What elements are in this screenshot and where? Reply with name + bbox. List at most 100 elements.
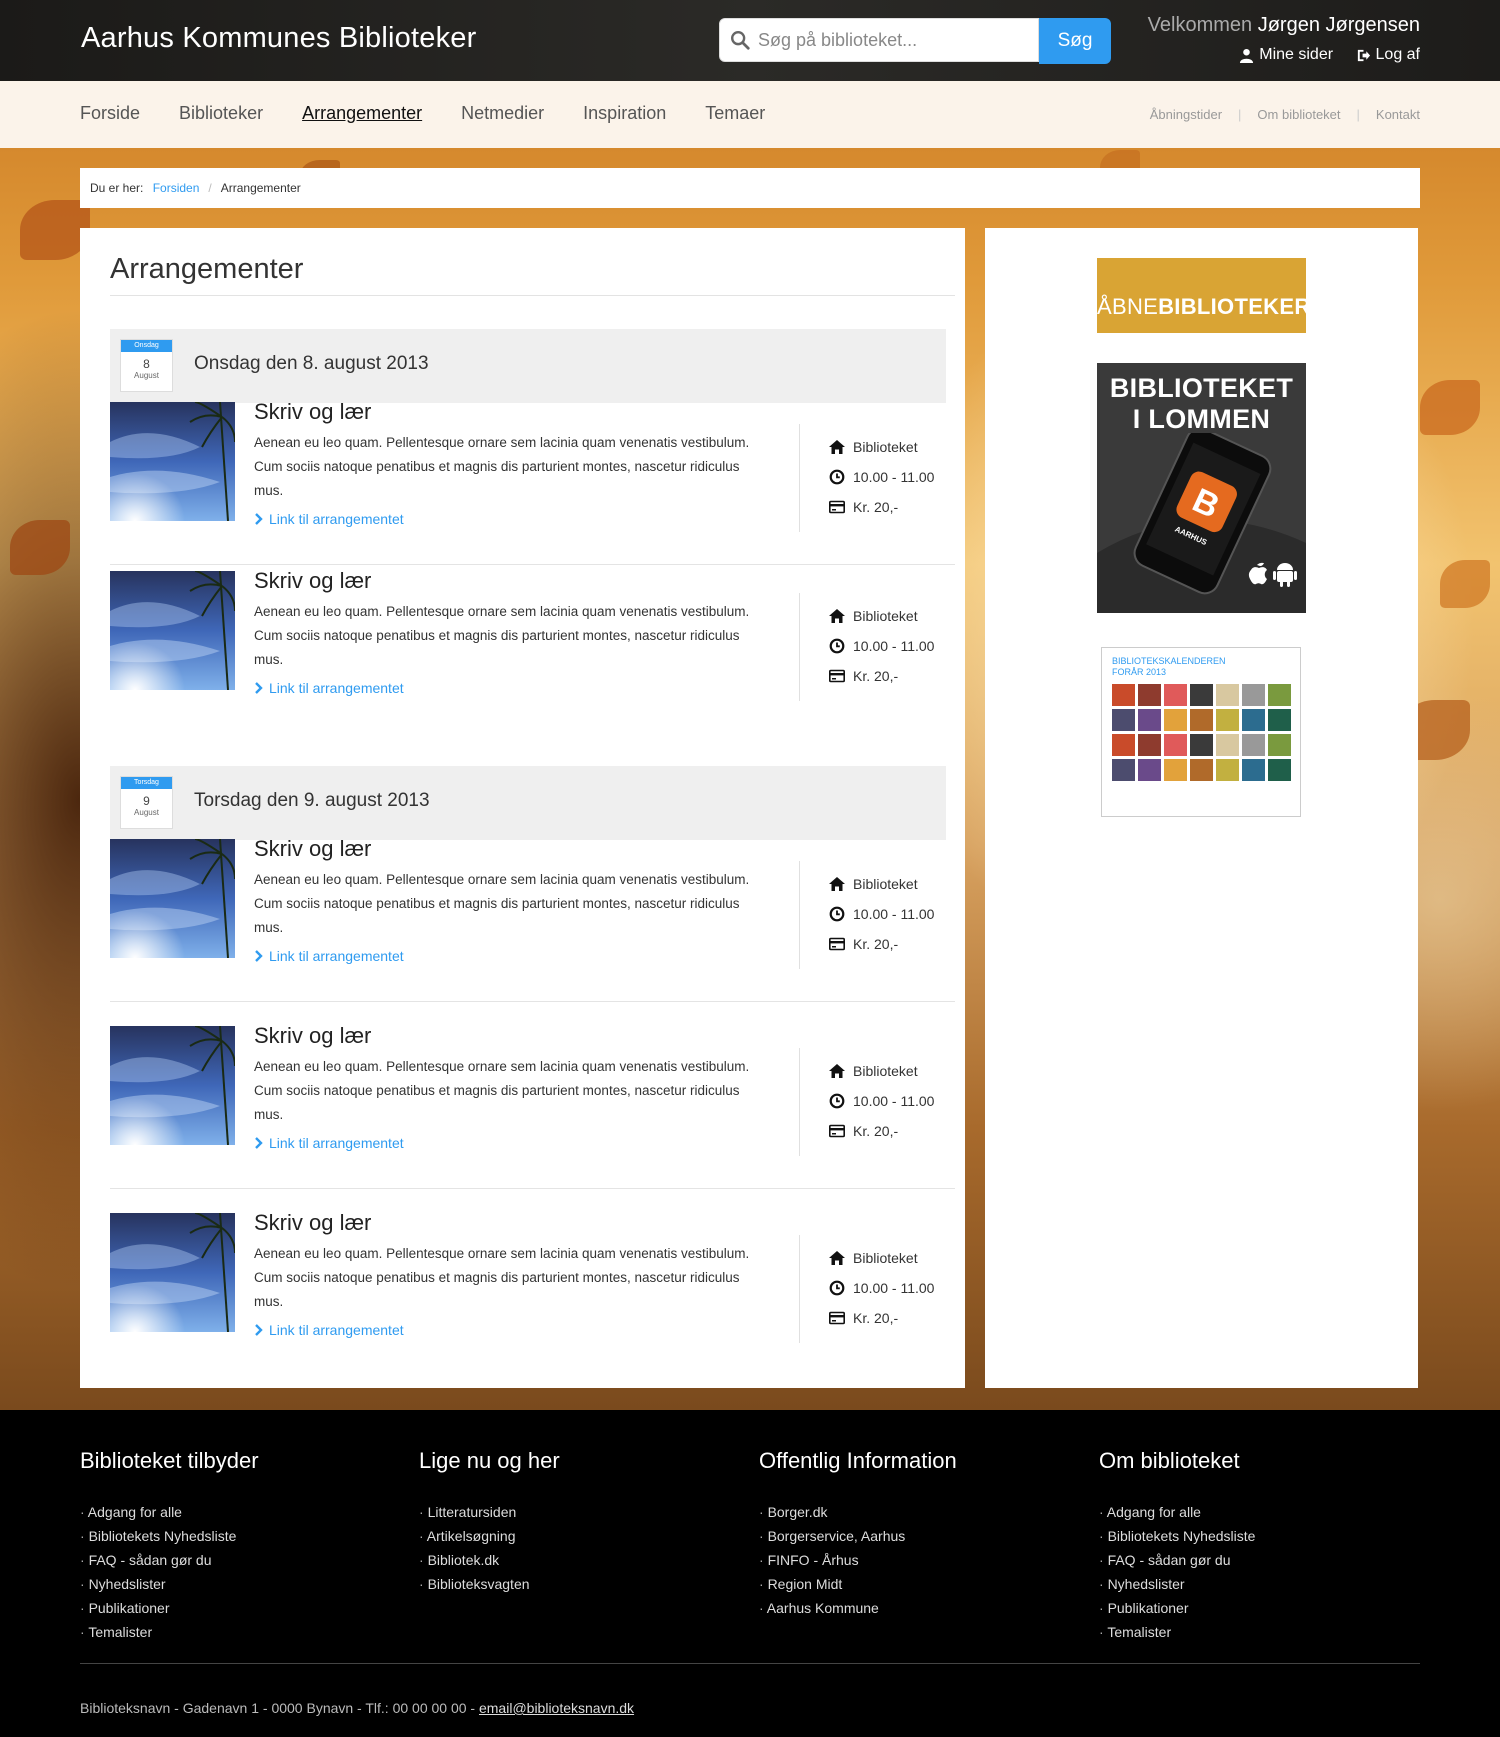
event-location-text: Biblioteket [853,1063,918,1079]
nav-item-inspiration[interactable]: Inspiration [583,103,666,124]
footer-link[interactable]: Biblioteksvagten [419,1572,719,1596]
event-title[interactable]: Skriv og lær [254,399,371,425]
event-link[interactable]: Link til arrangementet [254,948,404,964]
event-item: Skriv og lær Aenean eu leo quam. Pellent… [110,836,955,1002]
event-title[interactable]: Skriv og lær [254,836,371,862]
event-time-text: 10.00 - 11.00 [853,1093,935,1109]
event-title[interactable]: Skriv og lær [254,568,371,594]
nav-item-arrangementer[interactable]: Arrangementer [302,103,422,124]
footer-column-title: Om biblioteket [1099,1448,1240,1473]
nav-link-about[interactable]: Om biblioteket [1257,107,1340,122]
event-time: 10.00 - 11.00 [829,1280,934,1296]
event-link[interactable]: Link til arrangementet [254,680,404,696]
calendar-banner-title-line1: BIBLIOTEKSKALENDEREN [1112,656,1226,666]
event-price-text: Kr. 20,- [853,936,899,952]
footer-link[interactable]: Temalister [80,1620,380,1644]
nav-item-biblioteker[interactable]: Biblioteker [179,103,263,124]
footer-link[interactable]: Borgerservice, Aarhus [759,1524,1059,1548]
footer-link[interactable]: Artikelsøgning [419,1524,719,1548]
footer-contact-info: Biblioteksnavn - Gadenavn 1 - 0000 Bynav… [80,1700,634,1716]
footer-email-link[interactable]: email@biblioteksnavn.dk [479,1700,634,1716]
event-location-text: Biblioteket [853,439,918,455]
calendar-thumbnail [1112,759,1135,781]
footer-link[interactable]: FAQ - sådan gør du [80,1548,380,1572]
calendar-thumbnail [1164,734,1187,756]
logout-link[interactable]: Log af [1356,46,1420,64]
credit-card-icon [829,500,845,514]
nav-link-contact[interactable]: Kontakt [1376,107,1420,122]
site-title[interactable]: Aarhus Kommunes Biblioteker [81,22,476,55]
event-thumbnail[interactable] [110,1026,235,1145]
footer-link[interactable]: Borger.dk [759,1500,1059,1524]
event-link[interactable]: Link til arrangementet [254,1135,404,1151]
day-title: Onsdag den 8. august 2013 [194,353,429,374]
calendar-date-badge: Onsdag 8 August [120,339,173,392]
footer-link[interactable]: Region Midt [759,1572,1059,1596]
footer-link[interactable]: Bibliotekets Nyhedsliste [1099,1524,1399,1548]
event-thumbnail-image [110,402,235,521]
chevron-right-icon [255,682,263,694]
event-title[interactable]: Skriv og lær [254,1210,371,1236]
event-link[interactable]: Link til arrangementet [254,1322,404,1338]
nav-item-temaer[interactable]: Temaer [705,103,765,124]
credit-card-icon [829,937,845,951]
chevron-right-icon [255,513,263,525]
footer-link[interactable]: Bibliotekets Nyhedsliste [80,1524,380,1548]
footer-link[interactable]: Publikationer [80,1596,380,1620]
aabne-biblioteker-banner[interactable]: ÅBNEBIBLIOTEKER [1097,258,1310,333]
footer-link[interactable]: Adgang for alle [1099,1500,1399,1524]
top-header: Aarhus Kommunes Biblioteker Søg Velkomme… [0,0,1500,81]
event-time: 10.00 - 11.00 [829,906,934,922]
event-divider [799,1048,800,1156]
user-links: Mine sider Log af [1221,46,1420,68]
event-description: Aenean eu leo quam. Pellentesque ornare … [254,1059,750,1122]
my-pages-link[interactable]: Mine sider [1239,46,1333,64]
footer-link[interactable]: FAQ - sådan gør du [1099,1548,1399,1572]
event-divider [799,424,800,532]
event-thumbnail[interactable] [110,1213,235,1332]
event-divider [799,1235,800,1343]
footer-link[interactable]: Adgang for alle [80,1500,380,1524]
footer-column: Om biblioteket Adgang for alleBiblioteket… [1099,1448,1399,1644]
calendar-thumbnail [1190,684,1213,706]
title-divider [110,295,955,296]
footer-link[interactable]: Publikationer [1099,1596,1399,1620]
event-location: Biblioteket [829,1250,918,1266]
event-price: Kr. 20,- [829,668,898,684]
chevron-right-icon [255,1324,263,1336]
event-price: Kr. 20,- [829,1310,898,1326]
nav-item-forside[interactable]: Forside [80,103,140,124]
footer-link[interactable]: Temalister [1099,1620,1399,1644]
event-thumbnail[interactable] [110,402,235,521]
event-item: Skriv og lær Aenean eu leo quam. Pellent… [110,568,955,733]
event-location-text: Biblioteket [853,1250,918,1266]
footer-link[interactable]: Aarhus Kommune [759,1596,1059,1620]
breadcrumb-home-link[interactable]: Forsiden [153,181,200,195]
event-thumbnail[interactable] [110,839,235,958]
footer-link[interactable]: FINFO - Århus [759,1548,1059,1572]
footer-link[interactable]: Bibliotek.dk [419,1548,719,1572]
event-price-text: Kr. 20,- [853,499,899,515]
event-time-text: 10.00 - 11.00 [853,638,935,654]
app-banner-title: BIBLIOTEKET I LOMMEN [1097,373,1306,435]
event-title[interactable]: Skriv og lær [254,1023,371,1049]
clock-icon [829,1093,845,1109]
footer-link[interactable]: Nyhedslister [1099,1572,1399,1596]
calendar-date-badge: Torsdag 9 August [120,776,173,829]
footer-link[interactable]: Nyhedslister [80,1572,380,1596]
calendar-thumbnail [1164,709,1187,731]
calendar-month: August [134,808,159,817]
footer-link[interactable]: Litteratursiden [419,1500,719,1524]
search-input[interactable] [719,18,1039,62]
footer-column: Lige nu og her LitteratursidenArtikelsøgn… [419,1448,719,1596]
biblioteket-i-lommen-banner[interactable]: BIBLIOTEKET I LOMMEN B AARHUS [1097,363,1306,613]
search-button[interactable]: Søg [1039,18,1111,64]
event-thumbnail-image [110,839,235,958]
event-thumbnail[interactable] [110,571,235,690]
app-banner-title-line2: I LOMMEN [1132,404,1271,434]
event-link[interactable]: Link til arrangementet [254,511,404,527]
nav-item-netmedier[interactable]: Netmedier [461,103,544,124]
calendar-thumbnail [1164,684,1187,706]
bibliotekskalenderen-banner[interactable]: BIBLIOTEKSKALENDEREN FORÅR 2013 [1101,647,1301,817]
nav-link-opening-hours[interactable]: Åbningstider [1150,107,1222,122]
